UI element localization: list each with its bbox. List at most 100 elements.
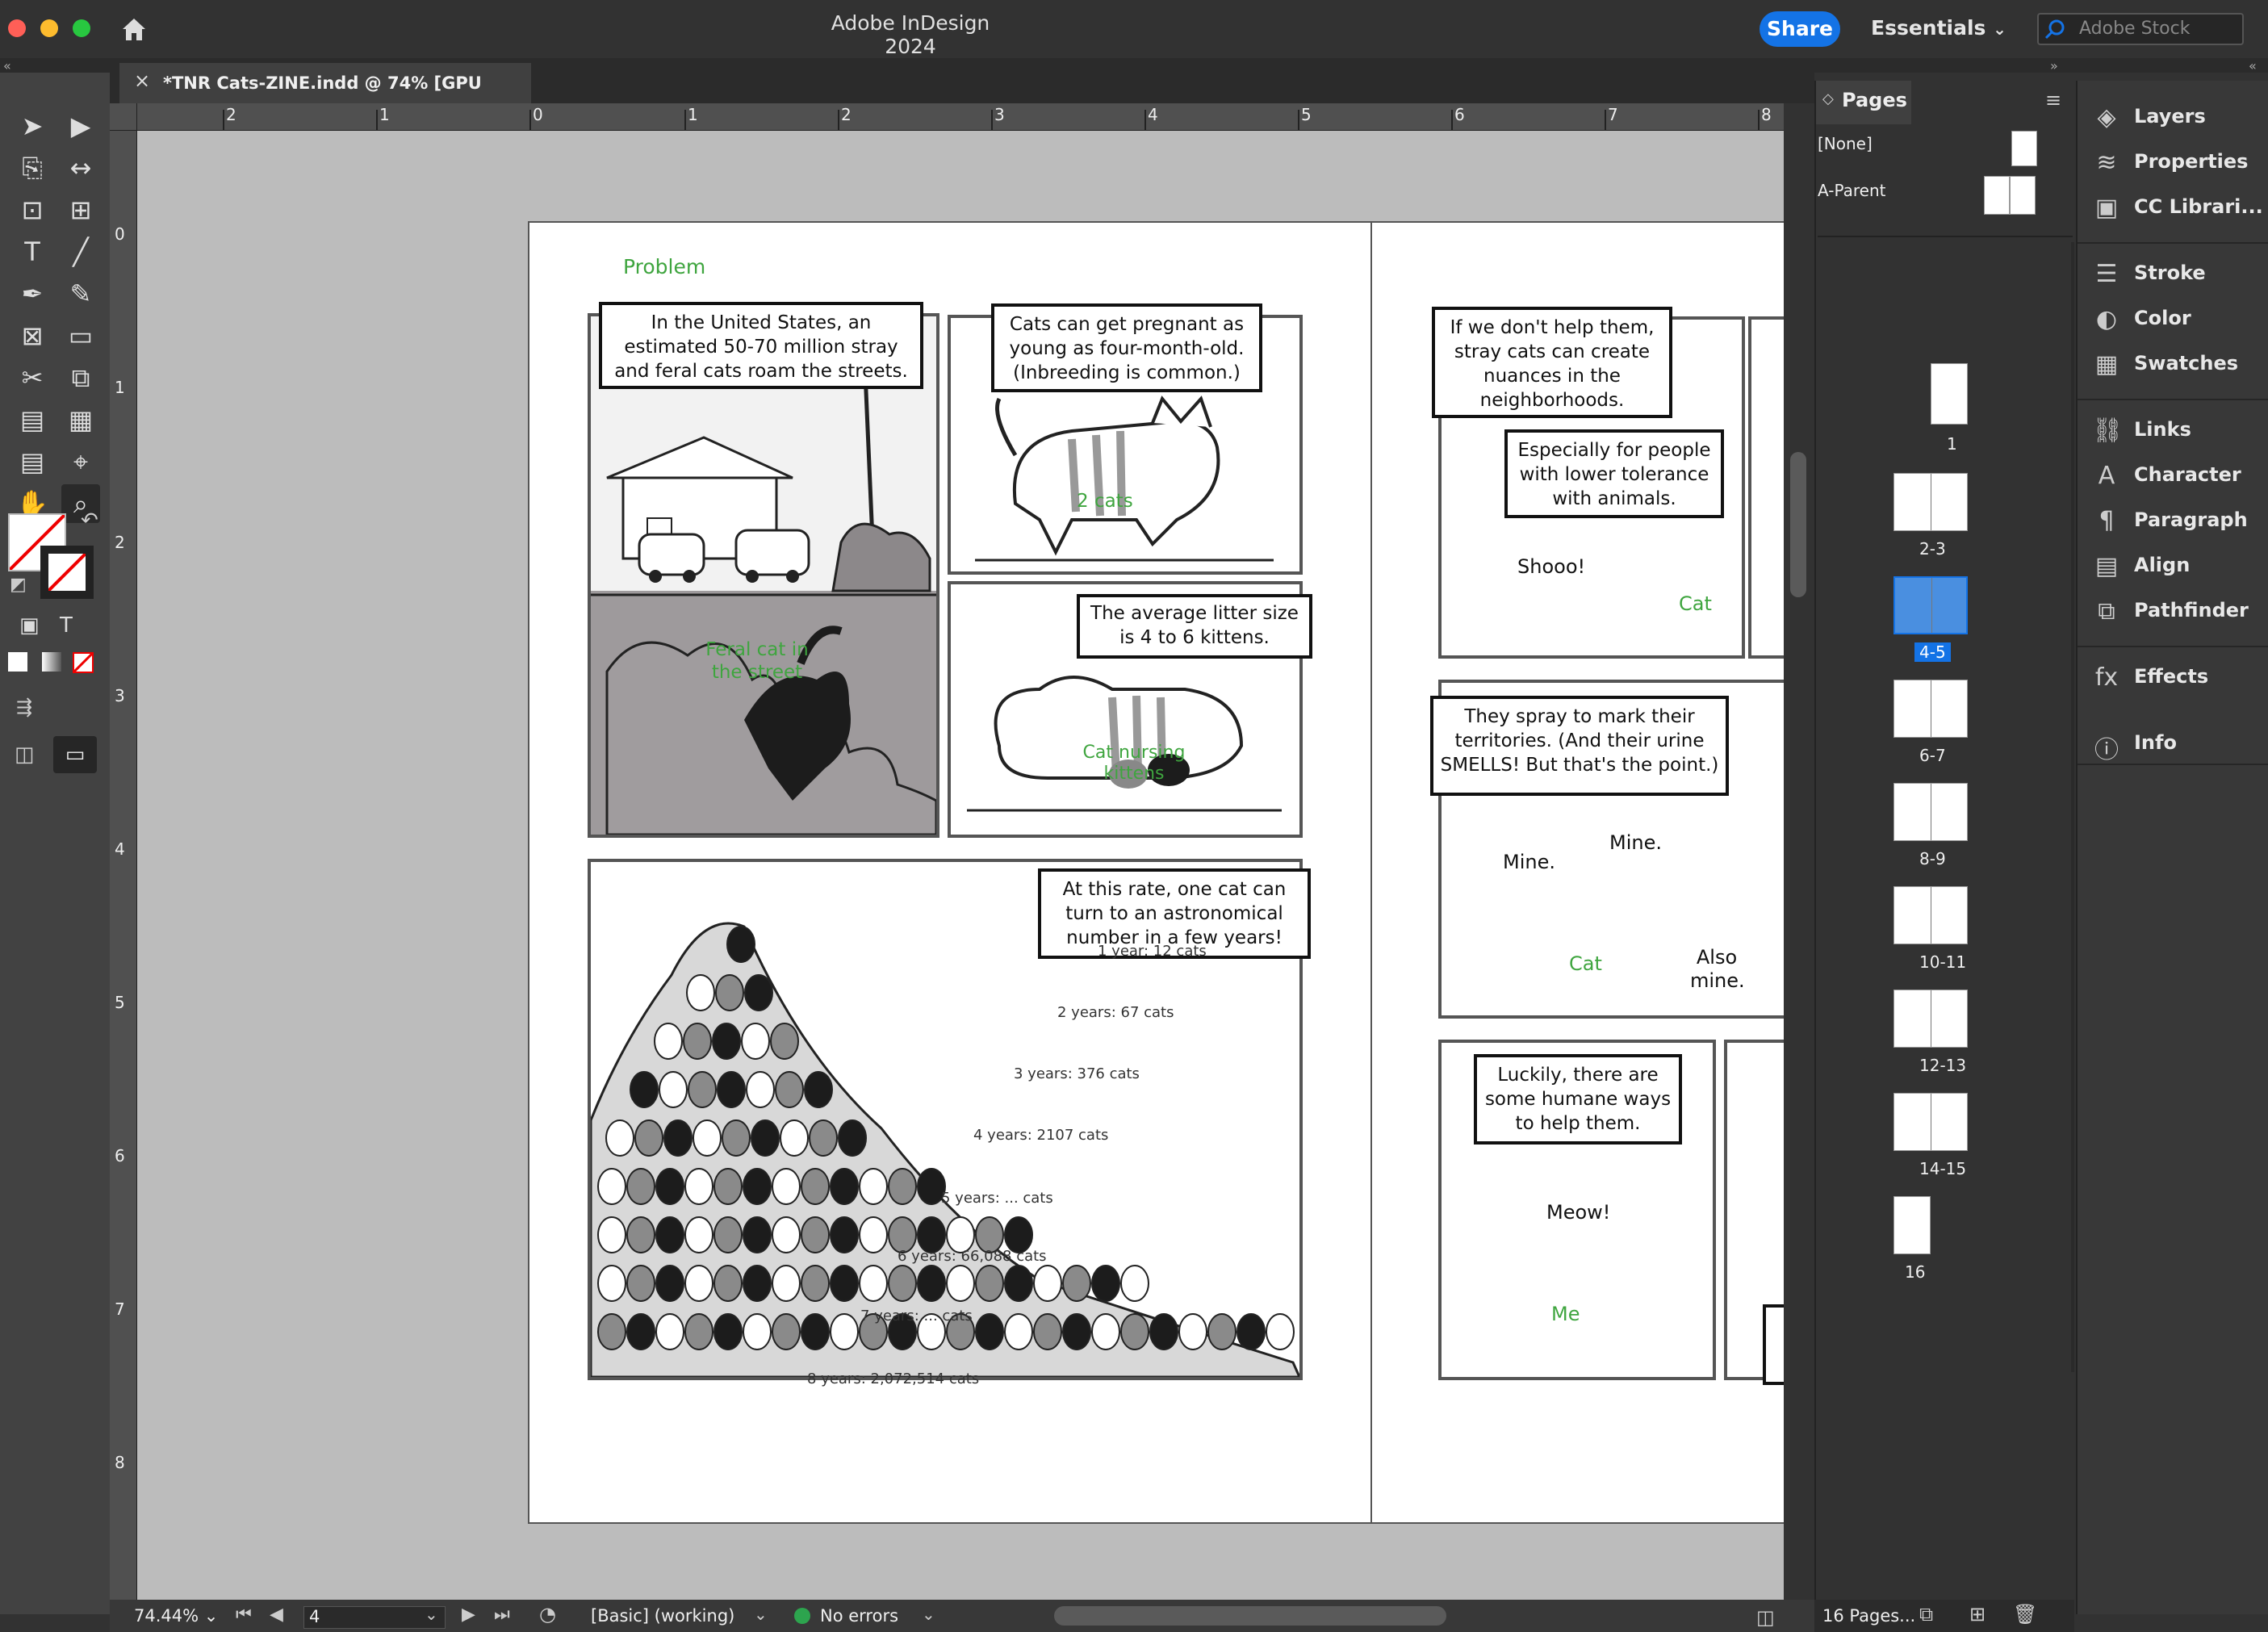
panel-item-properties[interactable]: Properties [2134, 150, 2248, 173]
caption-nuisance[interactable]: If we don't help them, stray cats can cr… [1432, 307, 1672, 418]
year-label[interactable]: 8 years: 2,072,514 cats [807, 1370, 979, 1387]
panel-item-layers[interactable]: Layers [2134, 105, 2206, 128]
horizontal-scroll-thumb[interactable] [1054, 1606, 1446, 1626]
panel-item-align[interactable]: Align [2134, 554, 2190, 576]
page-count[interactable]: 16 Pages... [1822, 1606, 1915, 1626]
swap-fill-stroke-icon[interactable]: ↶ [81, 508, 98, 533]
year-label[interactable]: 6 years: 66,088 cats [898, 1248, 1047, 1265]
panel-menu-icon[interactable]: ≡ [2045, 89, 2061, 111]
close-tab-icon[interactable]: × [134, 69, 150, 92]
formatting-container-icon[interactable]: ▣ [19, 613, 40, 638]
first-page-icon[interactable]: ⏮ [236, 1605, 252, 1625]
apply-gradient-icon[interactable] [42, 652, 61, 672]
mine-text-1[interactable]: Mine. [1609, 831, 1662, 854]
last-page-icon[interactable]: ⏭ [494, 1605, 510, 1625]
free-transform-tool-icon[interactable]: ⧉ [61, 358, 100, 397]
year-label[interactable]: 2 years: 67 cats [1057, 1004, 1174, 1021]
type-tool-icon[interactable]: T [13, 232, 52, 271]
gpu-icon[interactable]: ⇶ [16, 696, 32, 718]
spread-thumbnail[interactable] [1893, 783, 1968, 841]
a-parent-label[interactable]: A-Parent [1818, 181, 1885, 200]
shooo-text[interactable]: Shooo! [1517, 555, 1585, 578]
caption-spray[interactable]: They spray to mark their territories. (A… [1430, 696, 1729, 796]
collapse-left-icon[interactable]: « [3, 58, 11, 73]
none-parent-label[interactable]: [None] [1818, 134, 1873, 153]
comic-panel-street[interactable] [588, 313, 939, 838]
new-page-icon[interactable]: ⊞ [1969, 1603, 1986, 1626]
year-label[interactable]: 7 years: ... cats [860, 1308, 973, 1324]
panel-item-cc-librari[interactable]: CC Librari... [2134, 195, 2263, 218]
caption-litter-size[interactable]: The average litter size is 4 to 6 kitten… [1077, 594, 1312, 659]
gradient-swatch-tool-icon[interactable]: ▤ [13, 400, 52, 439]
spread-thumbnail[interactable] [1893, 576, 1968, 634]
eyedropper-tool-icon[interactable]: ⌖ [61, 442, 100, 481]
panel-item-links[interactable]: Links [2134, 418, 2191, 441]
close-window-button[interactable] [8, 19, 26, 37]
next-page-icon[interactable]: ▶ [462, 1605, 475, 1625]
spread-thumbnail[interactable] [1893, 1196, 1931, 1254]
pen-tool-icon[interactable]: ✒ [13, 274, 52, 313]
caption-humane[interactable]: Luckily, there are some humane ways to h… [1474, 1054, 1682, 1144]
delete-page-icon[interactable]: 🗑 [2013, 1603, 2037, 1626]
rectangle-tool-icon[interactable]: ▭ [61, 316, 100, 355]
caption-stray-stats[interactable]: In the United States, an estimated 50-70… [599, 302, 923, 389]
rectangle-frame-tool-icon[interactable]: ⊠ [13, 316, 52, 355]
caption-pregnant-age[interactable]: Cats can get pregnant as young as four-m… [991, 303, 1262, 392]
pencil-tool-icon[interactable]: ✎ [61, 274, 100, 313]
page-dropdown-icon[interactable]: ⌄ [425, 1605, 438, 1624]
year-label[interactable]: 3 years: 376 cats [1014, 1065, 1140, 1082]
profile-dropdown-icon[interactable]: ⌄ [754, 1605, 768, 1624]
partial-caption-box[interactable] [1763, 1304, 1784, 1385]
mine-text-2[interactable]: Mine. [1503, 851, 1555, 873]
ruler-origin[interactable] [110, 103, 137, 131]
adobe-stock-search[interactable]: Adobe Stock [2037, 13, 2244, 45]
cat-label-2[interactable]: Cat [1569, 952, 1602, 975]
year-label[interactable]: 5 years: ... cats [941, 1190, 1053, 1207]
formatting-text-icon[interactable]: T [60, 613, 73, 638]
vertical-scrollbar[interactable] [1784, 131, 1814, 1600]
content-collector-icon[interactable]: ⊡ [13, 190, 52, 229]
spread-thumbnail[interactable] [1893, 886, 1968, 944]
gradient-feather-tool-icon[interactable]: ▦ [61, 400, 100, 439]
minimize-window-button[interactable] [40, 19, 58, 37]
spread-label[interactable]: 4-5 [1914, 642, 1951, 662]
spread-label[interactable]: 10-11 [1914, 952, 1971, 972]
pages-panel-scrollbar[interactable] [2071, 242, 2074, 1372]
vertical-ruler[interactable] [110, 131, 137, 1600]
panel-item-paragraph[interactable]: Paragraph [2134, 508, 2248, 531]
gap-tool-icon[interactable]: ↔ [61, 149, 100, 187]
spread-label[interactable]: 1 [1942, 434, 1962, 454]
panel-item-pathfinder[interactable]: Pathfinder [2134, 599, 2249, 621]
spread-thumbnail[interactable] [1893, 473, 1968, 531]
edit-page-size-icon[interactable]: ⧉ [1919, 1603, 1933, 1626]
screen-mode-icon[interactable]: ▭ [53, 736, 97, 773]
cat-label-1[interactable]: Cat [1679, 592, 1712, 615]
home-icon[interactable] [118, 13, 150, 45]
spread-label[interactable]: 2-3 [1914, 539, 1951, 559]
share-button[interactable]: Share [1760, 11, 1840, 47]
preflight-profile[interactable]: [Basic] (working) [591, 1606, 734, 1626]
apply-none-icon[interactable] [73, 652, 94, 673]
scissors-tool-icon[interactable]: ✂ [13, 358, 52, 397]
document-tab[interactable]: *TNR Cats-ZINE.indd @ 74% [GPU Preview] [119, 63, 531, 133]
panel-item-info[interactable]: Info [2134, 731, 2177, 754]
preflight-status-icon[interactable]: ◔ [539, 1603, 556, 1626]
line-tool-icon[interactable]: ╱ [61, 232, 100, 271]
split-window-icon[interactable]: ◫ [1756, 1606, 1775, 1629]
content-placer-icon[interactable]: ⊞ [61, 190, 100, 229]
errors-status[interactable]: No errors [820, 1606, 898, 1626]
two-cats-label[interactable]: 2 cats [1077, 491, 1133, 512]
panel-item-effects[interactable]: Effects [2134, 665, 2208, 688]
year-label[interactable]: 1 year: 12 cats [1098, 943, 1207, 960]
spread-label[interactable]: 8-9 [1914, 849, 1951, 868]
panel-item-character[interactable]: Character [2134, 463, 2241, 486]
panel-item-color[interactable]: Color [2134, 307, 2191, 329]
section-label[interactable]: Problem [623, 255, 705, 278]
a-parent-thumbnail-right[interactable] [2010, 176, 2036, 215]
zoom-field[interactable]: 74.44% ⌄ [134, 1606, 218, 1626]
page-tool-icon[interactable]: ⎘ [13, 149, 52, 187]
spread-label[interactable]: 6-7 [1914, 746, 1951, 765]
collapse-right-icon[interactable]: » [2050, 58, 2058, 73]
a-parent-thumbnail-left[interactable] [1984, 176, 2010, 215]
apply-color-icon[interactable] [8, 652, 27, 672]
